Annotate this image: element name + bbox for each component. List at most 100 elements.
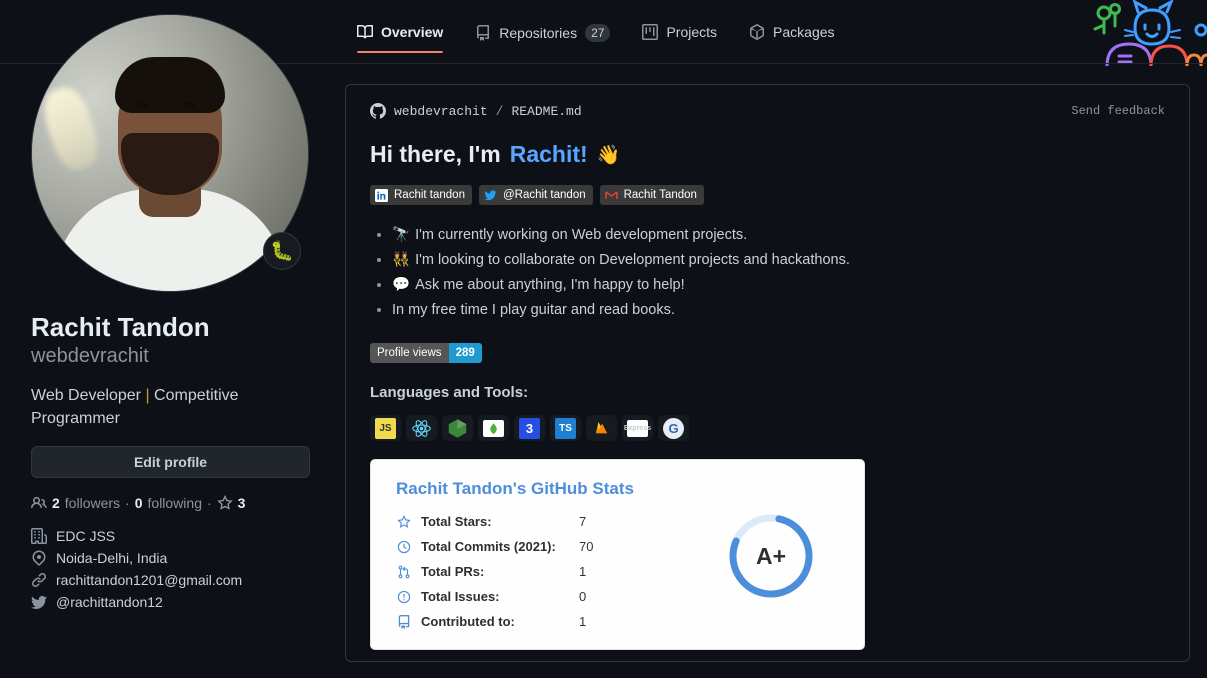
tool-firebase[interactable]	[586, 415, 617, 441]
issue-icon	[396, 590, 412, 604]
meta-twitter-text: @rachittandon12	[56, 593, 163, 610]
avatar-eye-left	[136, 102, 149, 109]
languages-and-tools-heading: Languages and Tools:	[370, 384, 529, 401]
repo-icon	[475, 25, 491, 41]
express-icon: Express	[624, 419, 651, 437]
avatar-hair	[115, 57, 225, 113]
tool-css3[interactable]: 3	[514, 415, 545, 441]
stars-link[interactable]: 3	[216, 494, 245, 511]
followers-count: 2	[52, 494, 60, 511]
profile-views-label: Profile views	[370, 343, 449, 363]
pr-icon	[396, 565, 412, 579]
tool-typescript[interactable]: TS	[550, 415, 581, 441]
gitkraken-icon: G	[663, 417, 684, 439]
followers-row: 2 followers · 0 following · 3	[31, 494, 327, 511]
tab-projects[interactable]: Projects	[626, 24, 733, 53]
people-icon	[31, 495, 47, 511]
badge-twitter[interactable]: @Rachit tandon	[478, 185, 593, 205]
grade-label: A+	[755, 542, 787, 569]
repo-icon	[396, 614, 412, 629]
readme-body: Hi there, I'm Rachit! 👋 Rachit tandon @R…	[346, 141, 1189, 650]
link-icon	[31, 572, 47, 588]
meta-link-text: rachittandon1201@gmail.com	[56, 571, 243, 588]
stat-row-total-prs: Total PRs: 1	[396, 559, 593, 584]
status-emoji: 🐛	[270, 241, 294, 262]
badge-linkedin[interactable]: Rachit tandon	[370, 185, 472, 205]
followers-link[interactable]: 2 followers	[31, 495, 120, 511]
profile-login: webdevrachit	[31, 344, 149, 367]
following-link[interactable]: 0 following	[135, 495, 202, 511]
readme-title: Hi there, I'm Rachit! 👋	[370, 141, 1165, 168]
tab-packages-label: Packages	[773, 24, 835, 40]
project-icon	[642, 24, 659, 40]
meta-row-twitter[interactable]: @rachittandon12	[31, 594, 327, 610]
javascript-icon: JS	[375, 417, 396, 439]
readme-bullet-list: 🔭I'm currently working on Web developmen…	[370, 223, 1165, 323]
send-feedback-link[interactable]: Send feedback	[1071, 104, 1165, 118]
stat-row-total-stars: Total Stars: 7	[396, 509, 593, 534]
meta-row-link[interactable]: rachittandon1201@gmail.com	[31, 572, 327, 588]
breadcrumb-owner[interactable]: webdevrachit	[394, 104, 488, 119]
stat-label-total-commits: Total Commits (2021):	[421, 539, 556, 554]
badge-twitter-label: @Rachit tandon	[502, 189, 586, 201]
edit-profile-button[interactable]: Edit profile	[31, 445, 310, 478]
badge-linkedin-label: Rachit tandon	[394, 189, 465, 201]
stat-label-total-stars: Total Stars:	[421, 514, 492, 529]
nodejs-icon	[447, 418, 468, 439]
list-item: 💬Ask me about anything, I'm happy to hel…	[392, 273, 1165, 298]
readme-title-highlight[interactable]: Rachit!	[510, 141, 588, 168]
tool-gitkraken[interactable]: G	[658, 415, 689, 441]
following-label: following	[147, 494, 202, 511]
meta-organization-text: EDC JSS	[56, 527, 116, 544]
tool-nodejs[interactable]	[442, 415, 473, 441]
stat-value-total-prs: 1	[579, 564, 587, 579]
meta-row-organization[interactable]: EDC JSS	[31, 527, 327, 544]
star-icon	[396, 514, 412, 529]
badge-gmail[interactable]: Rachit Tandon	[599, 185, 704, 205]
stat-label-contributed-to: Contributed to:	[421, 614, 515, 629]
stat-row-contributed-to: Contributed to: 1	[396, 609, 593, 634]
book-icon	[357, 24, 373, 40]
profile-name: Rachit Tandon	[31, 312, 210, 342]
meta-row-location: Noida-Delhi, India	[31, 550, 327, 566]
linkedin-icon	[375, 188, 388, 202]
tab-packages[interactable]: Packages	[733, 24, 850, 53]
profile-meta-list: EDC JSS Noida-Delhi, India rachittandon1…	[31, 527, 327, 610]
followers-separator-1: ·	[125, 494, 130, 511]
package-icon	[749, 24, 765, 40]
speech-balloon-emoji: 💬	[392, 277, 411, 293]
stat-value-total-issues: 0	[579, 589, 587, 604]
gmail-icon	[604, 189, 618, 202]
octocat-icon	[370, 103, 386, 119]
readme-header: webdevrachit / README.md Send feedback	[346, 85, 1189, 119]
css3-icon: 3	[519, 417, 540, 439]
github-stats-card: Rachit Tandon's GitHub Stats Total Stars…	[370, 459, 865, 650]
decorative-doodle-graphic	[1093, 0, 1207, 66]
tab-repositories-label: Repositories	[499, 25, 578, 41]
followers-separator-2: ·	[207, 494, 212, 511]
profile-views-count: 289	[448, 343, 482, 363]
tool-mongodb[interactable]	[478, 415, 509, 441]
tab-repositories[interactable]: Repositories 27	[459, 24, 626, 55]
tool-react[interactable]	[406, 415, 437, 441]
list-item: In my free time I play guitar and read b…	[392, 298, 1165, 323]
star-icon	[216, 494, 233, 511]
tab-overview-label: Overview	[381, 24, 444, 40]
react-icon	[411, 418, 432, 439]
tab-projects-label: Projects	[666, 24, 718, 40]
telescope-emoji: 🔭	[392, 227, 411, 243]
stats-card-title: Rachit Tandon's GitHub Stats	[396, 479, 634, 498]
avatar-status-badge[interactable]: 🐛	[263, 232, 301, 270]
tool-express[interactable]: Express	[622, 415, 653, 441]
list-item: 👯I'm looking to collaborate on Developme…	[392, 248, 1165, 273]
twitter-icon	[484, 189, 497, 202]
breadcrumb: webdevrachit / README.md	[370, 103, 582, 119]
twitter-icon	[31, 594, 47, 610]
tab-overview[interactable]: Overview	[357, 24, 459, 53]
profile-views-badge[interactable]: Profile views 289	[370, 343, 482, 363]
tool-javascript[interactable]: JS	[370, 415, 401, 441]
breadcrumb-separator: /	[495, 103, 504, 119]
stat-value-total-stars: 7	[579, 514, 587, 529]
breadcrumb-filename[interactable]: README.md	[511, 104, 581, 119]
bullet-text-4: In my free time I play guitar and read b…	[392, 302, 675, 318]
